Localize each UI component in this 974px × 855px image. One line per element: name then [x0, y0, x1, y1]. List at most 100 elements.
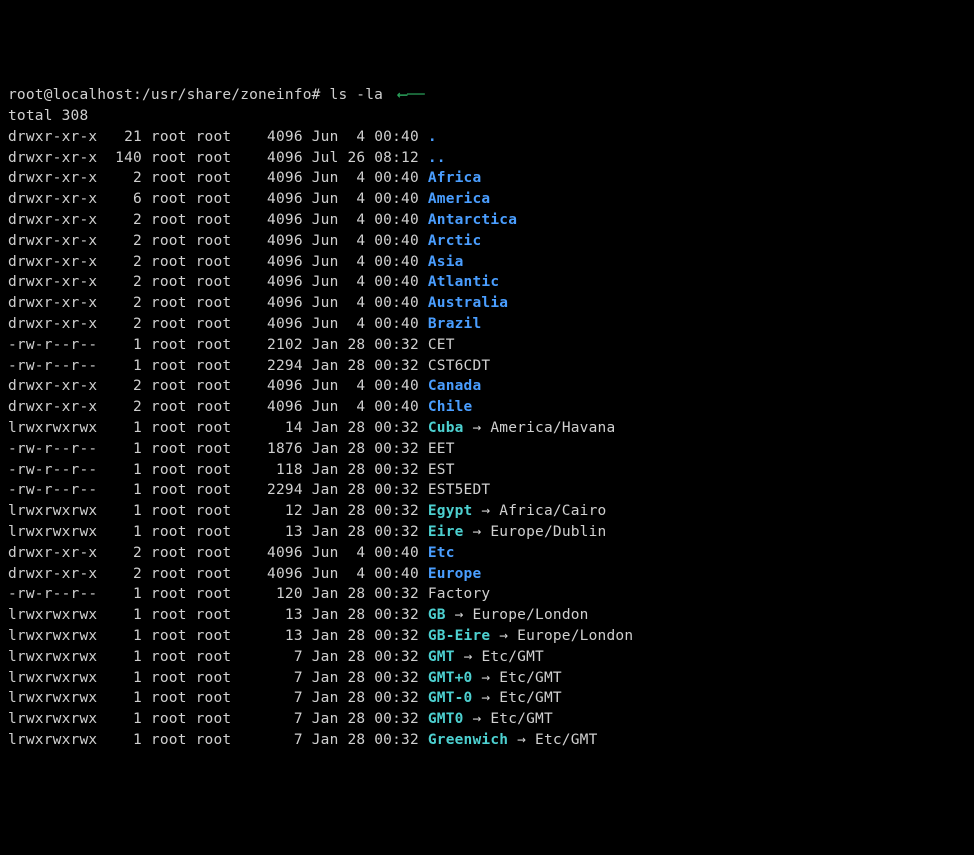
listing-row: lrwxrwxrwx 1 root root 13 Jan 28 00:32 G…	[8, 626, 966, 647]
file-name: GMT	[428, 649, 455, 665]
size: 13	[240, 524, 303, 540]
listing-row: lrwxrwxrwx 1 root root 12 Jan 28 00:32 E…	[8, 501, 966, 522]
owner: root	[151, 503, 187, 519]
group: root	[196, 129, 232, 145]
symlink-arrow-icon: →	[481, 690, 490, 706]
perm: drwxr-xr-x	[8, 191, 97, 207]
size: 7	[240, 649, 303, 665]
links: 2	[106, 233, 142, 249]
links: 1	[106, 358, 142, 374]
symlink-target: Europe/Dublin	[490, 524, 606, 540]
date: Jun 4 00:40	[312, 274, 419, 290]
file-name: Arctic	[428, 233, 482, 249]
symlink-target: Europe/London	[473, 607, 589, 623]
command-text: ls -la	[330, 87, 384, 103]
size: 7	[240, 690, 303, 706]
symlink-target: Africa/Cairo	[499, 503, 606, 519]
symlink-target: Etc/GMT	[481, 649, 544, 665]
links: 2	[106, 378, 142, 394]
perm: -rw-r--r--	[8, 441, 97, 457]
file-name: CET	[428, 337, 455, 353]
perm: drwxr-xr-x	[8, 399, 97, 415]
listing-row: lrwxrwxrwx 1 root root 14 Jan 28 00:32 C…	[8, 418, 966, 439]
perm: drwxr-xr-x	[8, 295, 97, 311]
date: Jun 4 00:40	[312, 254, 419, 270]
group: root	[196, 399, 232, 415]
owner: root	[151, 482, 187, 498]
links: 2	[106, 295, 142, 311]
perm: lrwxrwxrwx	[8, 524, 97, 540]
size: 2294	[240, 482, 303, 498]
owner: root	[151, 441, 187, 457]
owner: root	[151, 233, 187, 249]
prompt-user-host: root@localhost	[8, 87, 133, 103]
file-name: Eire	[428, 524, 464, 540]
size: 118	[240, 462, 303, 478]
symlink-arrow-icon: →	[473, 420, 482, 436]
file-name: Egypt	[428, 503, 473, 519]
owner: root	[151, 212, 187, 228]
group: root	[196, 586, 232, 602]
links: 1	[106, 503, 142, 519]
links: 1	[106, 420, 142, 436]
links: 2	[106, 170, 142, 186]
size: 13	[240, 628, 303, 644]
owner: root	[151, 254, 187, 270]
links: 2	[106, 212, 142, 228]
owner: root	[151, 524, 187, 540]
perm: -rw-r--r--	[8, 462, 97, 478]
listing-row: -rw-r--r-- 1 root root 1876 Jan 28 00:32…	[8, 439, 966, 460]
group: root	[196, 212, 232, 228]
file-name: GMT0	[428, 711, 464, 727]
group: root	[196, 191, 232, 207]
file-name: EST	[428, 462, 455, 478]
listing-row: drwxr-xr-x 2 root root 4096 Jun 4 00:40 …	[8, 376, 966, 397]
links: 1	[106, 482, 142, 498]
date: Jun 4 00:40	[312, 170, 419, 186]
group: root	[196, 274, 232, 290]
symlink-target: Etc/GMT	[535, 732, 598, 748]
date: Jan 28 00:32	[312, 337, 419, 353]
size: 4096	[240, 316, 303, 332]
total-line: total 308	[8, 106, 966, 127]
links: 2	[106, 316, 142, 332]
size: 13	[240, 607, 303, 623]
listing-row: drwxr-xr-x 2 root root 4096 Jun 4 00:40 …	[8, 272, 966, 293]
terminal-output[interactable]: root@localhost:/usr/share/zoneinfo# ls -…	[8, 85, 966, 751]
size: 4096	[240, 274, 303, 290]
symlink-arrow-icon: →	[455, 607, 464, 623]
size: 2102	[240, 337, 303, 353]
date: Jun 4 00:40	[312, 191, 419, 207]
listing-row: lrwxrwxrwx 1 root root 7 Jan 28 00:32 GM…	[8, 668, 966, 689]
group: root	[196, 254, 232, 270]
group: root	[196, 150, 232, 166]
perm: drwxr-xr-x	[8, 233, 97, 249]
date: Jan 28 00:32	[312, 482, 419, 498]
listing-row: -rw-r--r-- 1 root root 118 Jan 28 00:32 …	[8, 460, 966, 481]
perm: drwxr-xr-x	[8, 150, 97, 166]
owner: root	[151, 191, 187, 207]
date: Jun 4 00:40	[312, 399, 419, 415]
date: Jan 28 00:32	[312, 462, 419, 478]
file-name: Chile	[428, 399, 473, 415]
symlink-target: Europe/London	[517, 628, 633, 644]
file-name: Australia	[428, 295, 508, 311]
listing-row: drwxr-xr-x 6 root root 4096 Jun 4 00:40 …	[8, 189, 966, 210]
file-name: Brazil	[428, 316, 482, 332]
symlink-arrow-icon: →	[464, 649, 473, 665]
group: root	[196, 337, 232, 353]
links: 2	[106, 399, 142, 415]
perm: drwxr-xr-x	[8, 566, 97, 582]
group: root	[196, 503, 232, 519]
links: 1	[106, 586, 142, 602]
file-name: Factory	[428, 586, 491, 602]
owner: root	[151, 711, 187, 727]
perm: drwxr-xr-x	[8, 212, 97, 228]
perm: lrwxrwxrwx	[8, 628, 97, 644]
group: root	[196, 711, 232, 727]
links: 6	[106, 191, 142, 207]
group: root	[196, 607, 232, 623]
date: Jan 28 00:32	[312, 524, 419, 540]
perm: drwxr-xr-x	[8, 545, 97, 561]
date: Jan 28 00:32	[312, 607, 419, 623]
